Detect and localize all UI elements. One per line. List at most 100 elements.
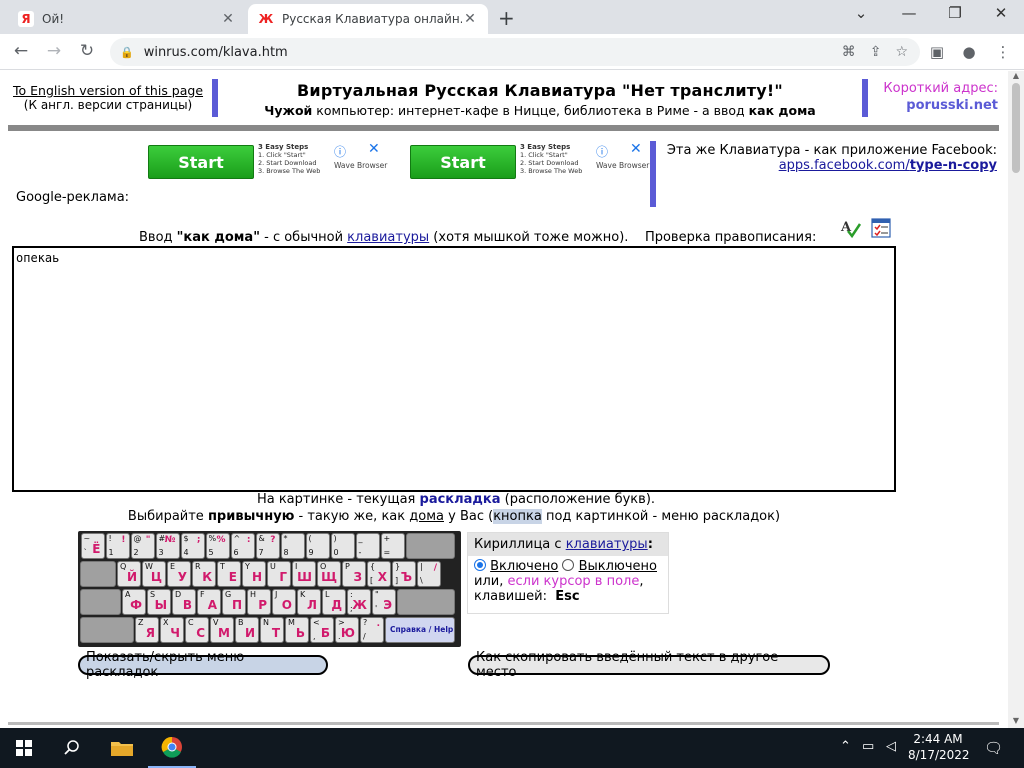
key[interactable]: UГ (267, 561, 291, 587)
key[interactable]: >. Ю (335, 617, 359, 643)
share-icon[interactable]: ⇪ (870, 44, 882, 60)
key[interactable]: EУ (167, 561, 191, 587)
key[interactable]: VМ (210, 617, 234, 643)
key[interactable]: (9 (305, 533, 330, 559)
key[interactable]: {[Х (367, 561, 391, 587)
new-tab-icon[interactable]: + (498, 6, 515, 30)
volume-icon[interactable]: ◁ (886, 739, 896, 754)
key[interactable]: <, Б (310, 617, 334, 643)
key[interactable]: FА (197, 589, 221, 615)
key[interactable]: ! 1! (105, 533, 130, 559)
close-tab-icon[interactable]: ✕ (220, 11, 236, 27)
ad-start-button[interactable]: Start (148, 145, 254, 179)
ad-start-button[interactable]: Start (410, 145, 516, 179)
scroll-down-icon[interactable]: ▼ (1008, 716, 1024, 728)
key[interactable]: @2 " (130, 533, 155, 559)
scroll-up-icon[interactable]: ▲ (1008, 71, 1024, 83)
toggle-layouts-button[interactable]: Показать/скрыть меню раскладок (78, 650, 328, 680)
system-clock[interactable]: 2:44 AM 8/17/2022 (908, 731, 970, 763)
backspace-key[interactable] (405, 533, 455, 559)
spellcheck-icon[interactable]: A (840, 217, 862, 239)
shift-key[interactable] (80, 617, 134, 643)
ad-banner[interactable]: Start 3 Easy Steps 1. Click "Start" 2. S… (410, 141, 650, 183)
key[interactable]: MЬ (285, 617, 309, 643)
text-input-area[interactable]: опекаь (12, 246, 896, 492)
tab-klava[interactable]: Ж Русская Клавиатура онлайн. Ви ✕ (248, 4, 488, 34)
url-field[interactable]: 🔒 winrus.com/klava.htm ⌘ ⇪ ☆ (110, 38, 920, 66)
ad-banner[interactable]: Start 3 Easy Steps 1. Click "Start" 2. S… (148, 141, 388, 183)
forward-icon[interactable]: → (43, 41, 65, 61)
help-key[interactable]: Справка / Help (385, 617, 455, 643)
key[interactable]: LД (322, 589, 346, 615)
short-address-link[interactable]: porusski.net (872, 98, 998, 113)
key[interactable]: XЧ (160, 617, 184, 643)
key[interactable]: JО (272, 589, 296, 615)
ad-close-icon[interactable]: ✕ (630, 141, 642, 157)
key[interactable]: :; Ж (347, 589, 371, 615)
key[interactable]: % 5% (205, 533, 230, 559)
menu-kebab-icon[interactable]: ⋮ (992, 43, 1014, 61)
key[interactable]: * 8 (280, 533, 305, 559)
enter-key[interactable] (397, 589, 455, 615)
tab-oy[interactable]: Я Ой! ✕ (8, 4, 246, 34)
facebook-app-link[interactable]: apps.facebook.com/type-n-copy (779, 158, 997, 173)
search-icon[interactable] (48, 728, 96, 768)
radio-off[interactable] (562, 559, 575, 571)
tab-search-chevron-icon[interactable]: ⌄ (838, 4, 884, 22)
chrome-icon[interactable] (148, 728, 196, 768)
back-icon[interactable]: ← (10, 41, 32, 61)
ad-close-icon[interactable]: ✕ (368, 141, 380, 157)
key[interactable]: | \ / (417, 561, 441, 587)
tray-chevron-icon[interactable]: ⌃ (840, 739, 851, 754)
key[interactable]: KЛ (297, 589, 321, 615)
key[interactable]: RК (192, 561, 216, 587)
close-window-icon[interactable]: ✕ (978, 4, 1024, 22)
key[interactable]: IШ (292, 561, 316, 587)
key[interactable]: PЗ (342, 561, 366, 587)
key[interactable]: OЩ (317, 561, 341, 587)
radio-off-label[interactable]: Выключено (579, 559, 657, 574)
key[interactable]: }] Ъ (392, 561, 416, 587)
minimize-icon[interactable]: — (886, 4, 932, 22)
key[interactable]: ^ 6: (230, 533, 255, 559)
key[interactable]: NТ (260, 617, 284, 643)
side-panel-icon[interactable]: ▣ (926, 43, 948, 61)
key[interactable]: YН (242, 561, 266, 587)
page-scrollbar[interactable]: ▲ ▼ (1008, 71, 1024, 728)
windows-start-icon[interactable] (0, 728, 48, 768)
key[interactable]: GП (222, 589, 246, 615)
copy-text-help-button[interactable]: Как скопировать введённый текст в другое… (468, 650, 830, 680)
key[interactable]: _ - (355, 533, 380, 559)
key[interactable]: ? /. (360, 617, 384, 643)
key[interactable]: SЫ (147, 589, 171, 615)
key[interactable]: DВ (172, 589, 196, 615)
bookmark-star-icon[interactable]: ☆ (895, 44, 908, 60)
key[interactable]: WЦ (142, 561, 166, 587)
lock-icon[interactable]: 🔒 (120, 46, 134, 59)
key[interactable]: ) 0 (330, 533, 355, 559)
key[interactable]: QЙ (117, 561, 141, 587)
profile-icon[interactable]: ● (958, 43, 980, 61)
notifications-icon[interactable]: 🗨 (984, 739, 1003, 757)
key[interactable]: AФ (122, 589, 146, 615)
close-tab-icon[interactable]: ✕ (462, 11, 478, 27)
key[interactable]: TЕ (217, 561, 241, 587)
key[interactable]: BИ (235, 617, 259, 643)
key[interactable]: & 7? (255, 533, 280, 559)
hint-home-link[interactable]: дома (409, 509, 444, 524)
key[interactable]: HР (247, 589, 271, 615)
scroll-thumb[interactable] (1012, 83, 1020, 173)
english-version-link[interactable]: To English version of this page (13, 83, 203, 98)
ad-info-icon[interactable]: ⓘ (596, 143, 608, 160)
capslock-key[interactable] (80, 589, 121, 615)
key[interactable]: + = (380, 533, 405, 559)
file-explorer-icon[interactable] (98, 728, 146, 768)
key[interactable]: $4; (180, 533, 205, 559)
reload-icon[interactable]: ↻ (76, 41, 98, 61)
key[interactable]: ZЯ (135, 617, 159, 643)
key[interactable]: " ' Э (372, 589, 396, 615)
checklist-icon[interactable] (870, 217, 892, 239)
key[interactable]: ~ ` Ё (80, 533, 105, 559)
key[interactable]: CС (185, 617, 209, 643)
radio-on[interactable] (474, 559, 486, 571)
